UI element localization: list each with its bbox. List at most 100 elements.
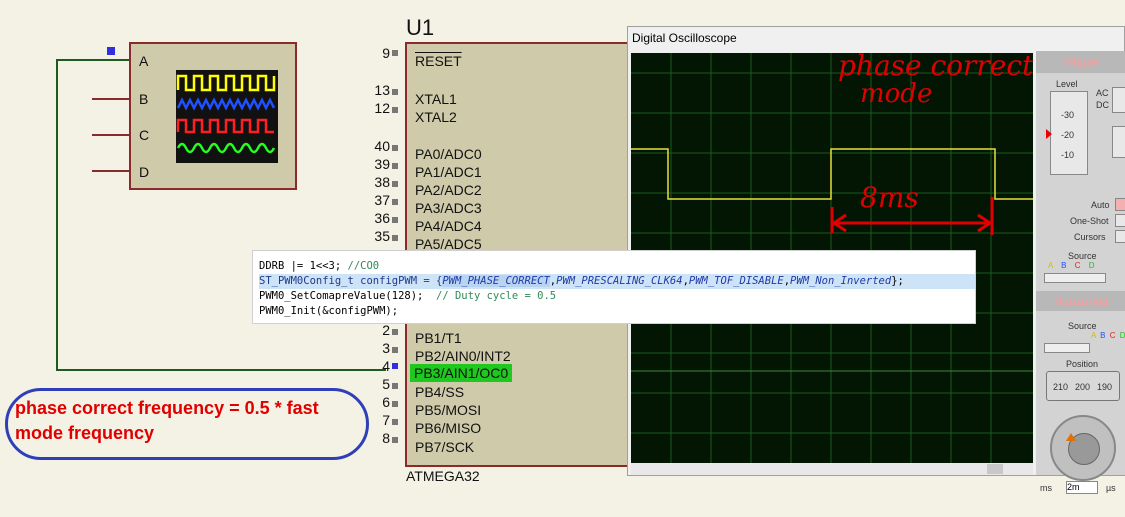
chip-title: U1 <box>406 15 435 40</box>
pin-name-reset: RESET <box>415 53 462 69</box>
pin-name-pa1: PA1/ADC1 <box>415 164 482 180</box>
pin-stub <box>392 217 398 223</box>
pin-stub <box>392 437 398 443</box>
dial-pointer-icon <box>1066 433 1076 441</box>
code-text: DDRB |= 1<<3; <box>259 260 348 272</box>
pin-stub <box>392 347 398 353</box>
code-identifier: PWM_PHASE_CORRECT <box>442 275 550 287</box>
level-tick: -30 <box>1061 110 1075 120</box>
pin-number: 12 <box>374 100 390 116</box>
code-text: ST_PWM0Config_t configPWM = { <box>259 275 443 287</box>
h-source-channels: A B C D <box>1091 331 1125 340</box>
h-source-label: Source <box>1068 321 1097 331</box>
pin-marker <box>107 47 115 55</box>
pin-number: 38 <box>374 174 390 190</box>
pin-number: 35 <box>374 228 390 244</box>
wire <box>56 59 58 370</box>
channel-b-label: B <box>139 91 149 107</box>
cursors-button[interactable] <box>1115 230 1125 243</box>
level-tick: -20 <box>1061 130 1075 140</box>
timebase-value[interactable]: 2m <box>1066 481 1098 494</box>
auto-label: Auto <box>1091 200 1110 210</box>
auto-button[interactable] <box>1115 198 1125 211</box>
pin-stub <box>392 163 398 169</box>
pin-number: 9 <box>382 45 390 61</box>
level-slider[interactable]: -30 -20 -10 <box>1046 91 1088 175</box>
code-line-1: DDRB |= 1<<3; //CO0 <box>259 259 975 274</box>
pin-number: 2 <box>382 322 390 338</box>
pin-stub <box>392 107 398 113</box>
pin-stub-active <box>392 363 398 369</box>
pin-name-pb4: PB4/SS <box>415 384 465 400</box>
code-comment: // Duty cycle = 0.5 <box>436 290 557 302</box>
oneshot-button[interactable] <box>1115 214 1125 227</box>
pin-name-pa4: PA4/ADC4 <box>415 218 482 234</box>
code-identifier: PWM_Non_Inverted <box>790 275 892 287</box>
pin-number: 36 <box>374 210 390 226</box>
h-source-slider[interactable] <box>1044 343 1090 353</box>
position-knob[interactable]: 210 200 190 <box>1046 371 1120 401</box>
annotation-line2: mode frequency <box>15 423 155 443</box>
oneshot-label: One-Shot <box>1070 216 1109 226</box>
pin-name-pb6: PB6/MISO <box>415 420 482 436</box>
source-d: D <box>1088 261 1095 270</box>
pin-number: 40 <box>374 138 390 154</box>
position-tick: 200 <box>1075 382 1091 392</box>
pin-stub <box>392 145 398 151</box>
code-identifier: PWM_TOF_DISABLE <box>688 275 784 287</box>
pin-stub <box>392 329 398 335</box>
code-line-4: PWM0_Init(&configPWM); <box>259 304 975 319</box>
pin-stub <box>392 199 398 205</box>
period-arrow-icon <box>830 197 994 235</box>
pin-name-pa2: PA2/ADC2 <box>415 182 482 198</box>
code-identifier: PWM_PRESCALING_CLK64 <box>556 275 683 287</box>
pin-stub <box>392 235 398 241</box>
source-a: A <box>1048 261 1053 270</box>
position-label: Position <box>1066 359 1099 369</box>
scope-controls: Trigger Level -30 -20 -10 AC DC Auto One… <box>1036 51 1125 494</box>
annotation-text: phase correct frequency = 0.5 * fast mod… <box>15 396 375 446</box>
h-source-d: D <box>1119 331 1125 340</box>
h-source-c: C <box>1109 331 1116 340</box>
trigger-title: Trigger <box>1062 57 1100 69</box>
position-tick: 190 <box>1097 382 1113 392</box>
h-source-a: A <box>1091 331 1096 340</box>
cursors-label: Cursors <box>1074 232 1106 242</box>
handwritten-mode-note2: mode <box>860 79 933 109</box>
timebase-dial[interactable] <box>1050 415 1116 481</box>
pin-name-xtal1: XTAL1 <box>415 91 457 107</box>
dc-label: DC <box>1096 100 1109 110</box>
source-b: B <box>1061 261 1067 270</box>
channel-a-label: A <box>139 53 149 69</box>
trigger-source-slider[interactable] <box>1044 273 1106 283</box>
chip-model: ATMEGA32 <box>406 468 480 484</box>
code-text: }; <box>891 275 904 287</box>
level-marker-icon <box>1046 129 1052 139</box>
ac-dc-switch[interactable] <box>1112 87 1125 113</box>
scope-scrollbar[interactable] <box>631 463 1033 475</box>
pin-name-pb2: PB2/AIN0/INT2 <box>415 348 511 364</box>
pin-stub <box>392 401 398 407</box>
annotation-line1: phase correct frequency = 0.5 * fast <box>15 398 319 418</box>
pin-name-pb7: PB7/SCK <box>415 439 475 455</box>
source-label: Source <box>1068 251 1097 261</box>
source-channels: A B C D <box>1048 261 1095 270</box>
scope-icon <box>176 70 278 163</box>
wire <box>56 369 386 371</box>
pin-number: 3 <box>382 340 390 356</box>
scrollbar-thumb[interactable] <box>987 464 1003 474</box>
pin-stub <box>392 383 398 389</box>
position-tick: 210 <box>1053 382 1069 392</box>
horizontal-title: Horizontal <box>1054 296 1108 308</box>
pin-name-pb5: PB5/MOSI <box>415 402 482 418</box>
pin-stub <box>392 50 398 56</box>
wire <box>56 59 130 61</box>
pin-number: 13 <box>374 82 390 98</box>
code-text: PWM0_SetComapreValue(128); <box>259 290 437 302</box>
edge-switch[interactable] <box>1112 126 1125 158</box>
pin-name-xtal2: XTAL2 <box>415 109 457 125</box>
pin-name-pb1: PB1/T1 <box>415 330 462 346</box>
pin-number: 39 <box>374 156 390 172</box>
pin-d-line <box>92 170 130 172</box>
pin-stub <box>392 89 398 95</box>
